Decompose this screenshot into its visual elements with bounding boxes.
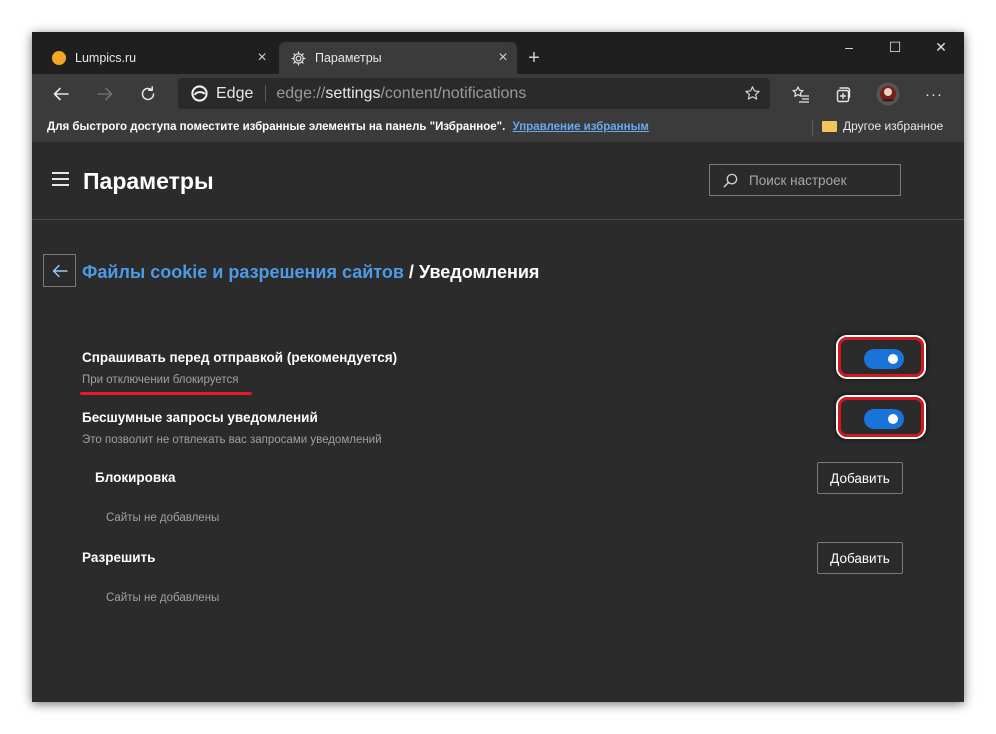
quiet-requests-title: Бесшумные запросы уведомлений [82, 410, 318, 425]
address-bar[interactable]: Edge edge://settings/content/notificatio… [178, 78, 770, 109]
search-input[interactable] [747, 171, 901, 189]
navigation-toolbar: Edge edge://settings/content/notificatio… [32, 74, 964, 114]
gear-icon [291, 50, 306, 66]
quiet-requests-description: Это позволит не отвлекать вас запросами … [82, 434, 382, 446]
notifications-settings-page: Файлы cookie и разрешения сайтов / Уведо… [32, 220, 964, 702]
back-button[interactable] [46, 80, 76, 108]
maximize-button[interactable]: ☐ [872, 32, 918, 62]
orange-circle-favicon-icon [52, 51, 66, 65]
collections-icon [836, 87, 851, 103]
profile-button[interactable] [873, 80, 903, 108]
edge-logo-icon [191, 85, 208, 102]
url-host: settings [325, 84, 381, 102]
page-title: Параметры [83, 168, 214, 194]
favorites-list-icon [791, 86, 809, 103]
address-separator [265, 85, 267, 102]
minimize-button[interactable]: – [826, 32, 872, 62]
quiet-requests-toggle[interactable] [864, 409, 904, 429]
tab-close-icon[interactable]: × [248, 49, 276, 67]
add-allowed-site-button[interactable]: Добавить [817, 542, 903, 574]
new-tab-button[interactable]: + [522, 46, 546, 70]
allow-empty-text: Сайты не добавлены [106, 592, 220, 604]
settings-header: Параметры [32, 142, 964, 220]
close-window-button[interactable]: ✕ [918, 32, 964, 62]
refresh-button[interactable] [133, 80, 163, 108]
title-bar: Lumpics.ru × Параметры × + – ☐ ✕ [32, 32, 964, 74]
url-path: /content/notifications [380, 84, 527, 102]
favorites-bar: Для быстрого доступа поместите избранные… [32, 114, 964, 142]
ask-before-sending-toggle[interactable] [864, 349, 904, 369]
star-favorite-icon[interactable] [744, 85, 761, 102]
browser-window: Lumpics.ru × Параметры × + – ☐ ✕ Edge ed… [32, 32, 964, 702]
ask-before-sending-title: Спрашивать перед отправкой (рекомендуетс… [82, 350, 398, 365]
ask-before-sending-description: При отключении блокируется [82, 374, 239, 386]
tab-title: Lumpics.ru [75, 51, 137, 65]
breadcrumb-separator: / [403, 262, 419, 282]
collections-button[interactable] [828, 80, 858, 108]
avatar [876, 82, 900, 106]
tab-settings[interactable]: Параметры × [279, 42, 517, 74]
breadcrumb-parent-link[interactable]: Файлы cookie и разрешения сайтов [82, 262, 404, 282]
tab-title: Параметры [315, 51, 382, 65]
other-favorites-folder[interactable]: Другое избранное [822, 119, 943, 133]
block-empty-text: Сайты не добавлены [106, 512, 220, 524]
tab-close-icon[interactable]: × [489, 49, 517, 67]
favorites-bar-message: Для быстрого доступа поместите избранные… [47, 121, 649, 133]
toggle-highlight-annotation [838, 337, 924, 377]
toggle-knob [888, 414, 898, 424]
favorites-button[interactable] [785, 80, 815, 108]
url-text[interactable]: edge://settings/content/notifications [276, 85, 526, 103]
favorites-bar-separator [812, 120, 813, 136]
other-favorites-label: Другое избранное [843, 119, 944, 133]
refresh-icon [141, 86, 155, 101]
edge-label: Edge [216, 84, 254, 102]
arrow-left-icon [52, 264, 68, 277]
toggle-highlight-annotation [838, 397, 924, 437]
settings-search[interactable] [709, 164, 901, 196]
arrow-right-icon [97, 87, 113, 101]
add-blocked-site-button[interactable]: Добавить [817, 462, 903, 494]
search-icon [722, 172, 739, 189]
arrow-left-icon [53, 87, 69, 101]
red-underline-annotation [80, 392, 252, 395]
favorites-bar-hint: Для быстрого доступа поместите избранные… [47, 121, 506, 133]
breadcrumb-current: Уведомления [418, 262, 540, 282]
manage-favorites-link[interactable]: Управление избранным [513, 121, 649, 133]
allow-section-title: Разрешить [82, 550, 156, 565]
url-prefix: edge:// [276, 84, 326, 102]
more-menu-button[interactable]: ··· [919, 80, 949, 108]
hamburger-menu-icon[interactable] [52, 172, 69, 190]
breadcrumb: Файлы cookie и разрешения сайтов / Уведо… [82, 262, 539, 283]
back-to-site-permissions-button[interactable] [43, 254, 76, 287]
block-section-title: Блокировка [95, 470, 176, 485]
toggle-knob [888, 354, 898, 364]
forward-button[interactable] [90, 80, 120, 108]
folder-icon [822, 120, 837, 132]
tab-lumpics[interactable]: Lumpics.ru × [40, 42, 276, 74]
